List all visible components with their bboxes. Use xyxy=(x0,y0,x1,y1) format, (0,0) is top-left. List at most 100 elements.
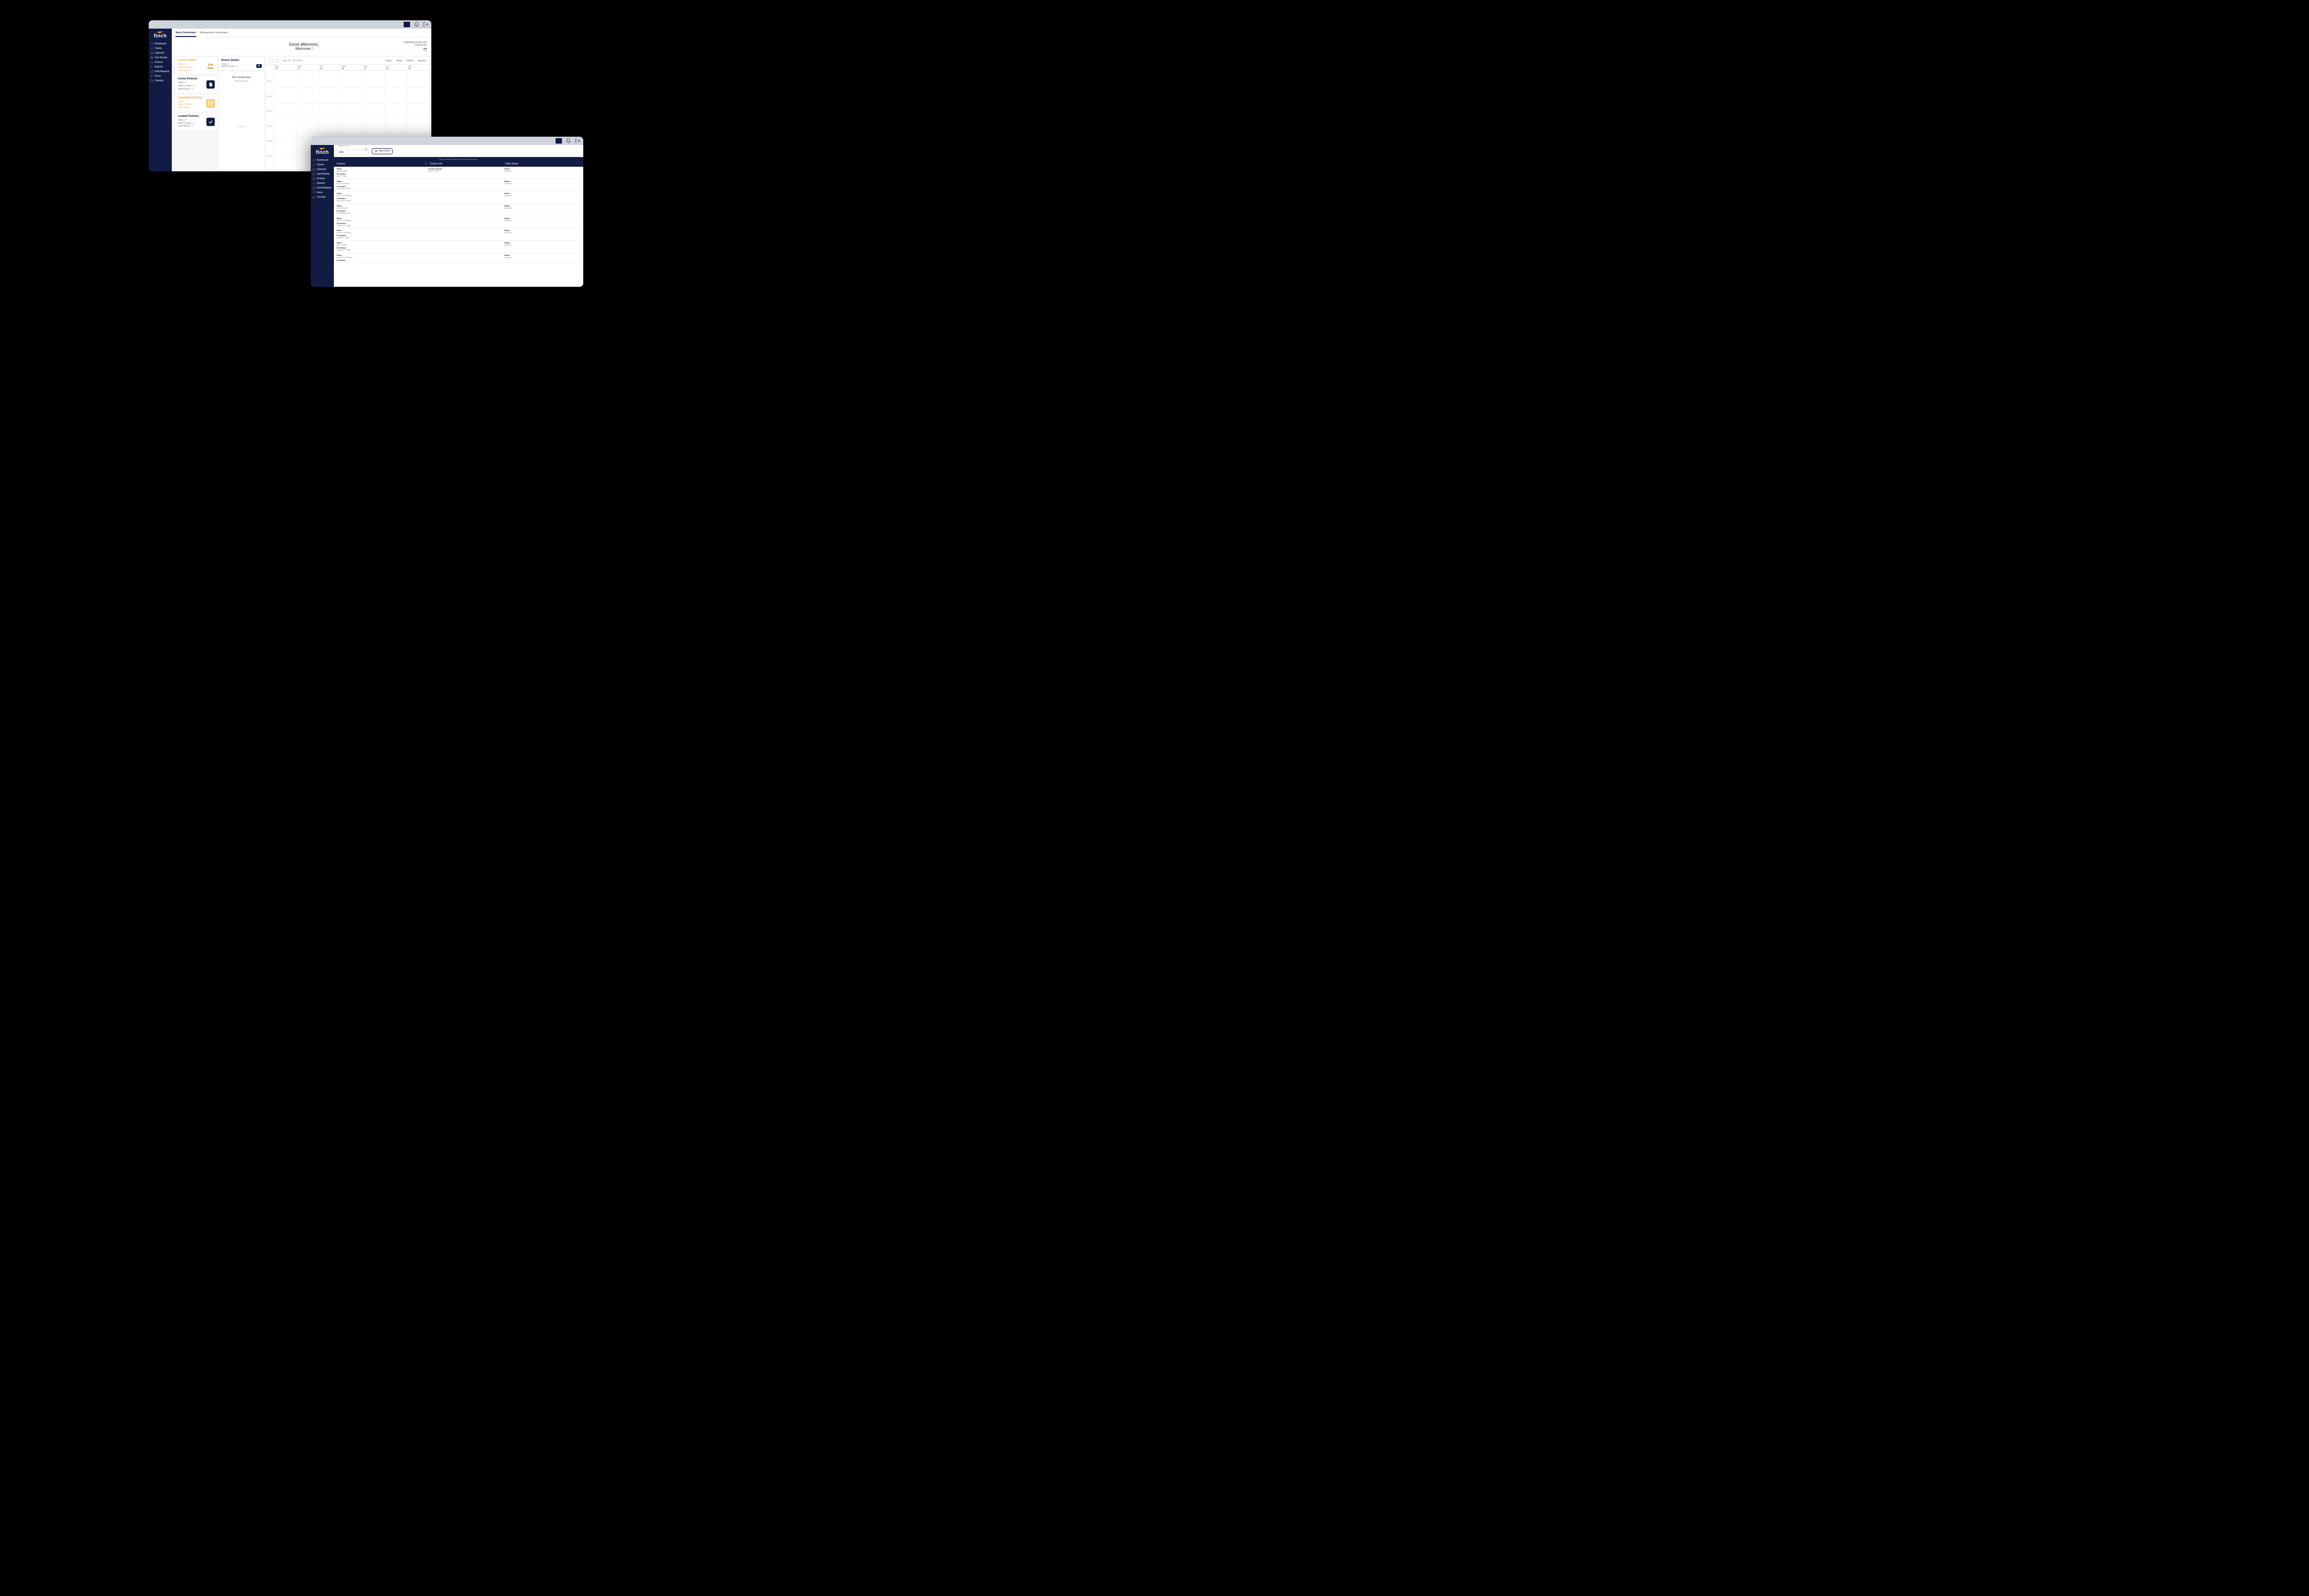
calendar-view-agenda[interactable]: Agenda xyxy=(417,59,427,63)
card-mtd: Month To Date : 0👁 xyxy=(221,65,262,67)
sidebar-item-clients[interactable]: Clients xyxy=(311,163,334,167)
calendar-icon xyxy=(151,52,153,54)
main-content: Search Clients ... New Client Drag a col… xyxy=(334,145,583,287)
map-icon xyxy=(151,70,153,73)
sidebar-item-users[interactable]: Users xyxy=(311,190,334,195)
table-row[interactable]: Name:Mr W JohnsonID Number970120****083S… xyxy=(334,179,583,192)
search-label: Search Clients ... xyxy=(338,145,351,147)
sidebar-item-finance[interactable]: Finance xyxy=(149,60,172,65)
brand-logo: finch xyxy=(311,145,334,158)
card-active-policies[interactable]: Active Policies Today : 0 Month To Date … xyxy=(175,76,217,92)
column-general[interactable]: General xyxy=(337,163,430,165)
calendar-time-labels: 09:0010:0011:0012:0013:0014:00 xyxy=(266,65,274,169)
time-label: 13:00 xyxy=(266,139,274,154)
sidebar-item-label: Users xyxy=(317,191,323,194)
clients-toolbar: Search Clients ... New Client xyxy=(334,145,583,157)
sidebar-item-field-mapping[interactable]: Field Mapping xyxy=(149,69,172,74)
calendar-row[interactable] xyxy=(274,103,429,120)
sidebar-item-label: Calendar xyxy=(155,52,164,54)
day-header: Sat29 xyxy=(407,65,429,70)
check-icon xyxy=(206,118,215,126)
new-client-button[interactable]: New Client xyxy=(372,148,393,154)
calendar-icon[interactable] xyxy=(423,48,427,51)
card-underwriters: Top 5 Underwriters Personal Lines ● Affi… xyxy=(219,72,264,169)
calendar-view-today[interactable]: Today xyxy=(384,59,393,63)
logout-icon[interactable] xyxy=(423,22,429,27)
sidebar-item-tutorials[interactable]: Tutorials xyxy=(149,79,172,83)
day-header: Thu27 xyxy=(363,65,385,70)
chevron-down-icon[interactable]: ▾ xyxy=(303,60,304,62)
video-icon xyxy=(151,79,153,82)
video-icon xyxy=(313,196,315,199)
table-row[interactable]: Name:Mr SJJ JohnsonID Number262012****18… xyxy=(334,216,583,229)
calendar-row[interactable] xyxy=(274,87,429,104)
time-label: 14:00 xyxy=(266,155,274,169)
affinity-legend: ● Affinity xyxy=(221,124,262,130)
calendar-prev-button[interactable]: ‹ xyxy=(268,59,273,63)
card-loaded-policies[interactable]: Loaded Policies Today : 0 Month To Date … xyxy=(175,113,217,130)
calendar-view-week[interactable]: Week xyxy=(395,59,404,63)
underwriters-sub: Personal Lines xyxy=(221,80,262,82)
sidebar-item-label: Dashboard xyxy=(155,42,166,45)
card-active-clients[interactable]: Active Clients Today : 0 Month To Date :… xyxy=(175,57,217,74)
card-return-debits[interactable]: Return Debits Today : 0 Month To Date : … xyxy=(219,57,264,70)
tab-management-dashboard[interactable]: Management Dashboard xyxy=(200,30,228,37)
sidebar-item-task-boards[interactable]: Task Boards xyxy=(311,172,334,176)
sidebar-item-tutorials[interactable]: Tutorials xyxy=(311,195,334,200)
sidebar-item-finance[interactable]: Finance xyxy=(311,176,334,181)
sidebar: finch Dashboard Clients Calendar Task Bo… xyxy=(311,145,334,287)
sidebar-item-dashboard[interactable]: Dashboard xyxy=(311,158,334,163)
file-icon xyxy=(206,80,215,89)
day-header: Mon24 xyxy=(296,65,319,70)
sidebar-item-label: Task Boards xyxy=(317,173,330,175)
middle-column: Return Debits Today : 0 Month To Date : … xyxy=(219,57,264,169)
calendar-toolbar: ‹ › June 23 - 29, 2024 ▾ Today Week Mont… xyxy=(266,57,429,65)
day-header: Tue25 xyxy=(319,65,341,70)
sidebar-item-reports[interactable]: Reports xyxy=(311,181,334,186)
board-icon xyxy=(151,56,153,59)
sidebar-item-dashboard[interactable]: Dashboard xyxy=(149,42,172,46)
sidebar-item-field-mapping[interactable]: Field Mapping xyxy=(311,186,334,190)
time-label: 11:00 xyxy=(266,109,274,124)
sidebar-item-calendar[interactable]: Calendar xyxy=(311,167,334,172)
sidebar-item-users[interactable]: Users xyxy=(149,74,172,79)
filter-icon[interactable] xyxy=(424,163,427,165)
table-row[interactable]: Name:Miss NY WebleyID Number870410****08… xyxy=(334,191,583,204)
calendar-view-month[interactable]: Month xyxy=(405,59,415,63)
search-icon[interactable] xyxy=(364,148,368,151)
calendar-row[interactable] xyxy=(274,120,429,137)
theme-toggle[interactable] xyxy=(404,22,410,27)
table-row[interactable]: Name:BJ JohnsonID Number971225034187Stat… xyxy=(334,204,583,216)
table-row[interactable]: Name:Mr PH JohnsonID Number82110****080S… xyxy=(334,228,583,241)
theme-toggle[interactable] xyxy=(556,138,562,144)
calendar-range[interactable]: June 23 - 29, 2024 xyxy=(282,60,302,62)
table-row[interactable]: Name:Mr Max JohnstonID NumberStatusInact… xyxy=(334,253,583,263)
chart-icon xyxy=(313,182,315,185)
eye-icon[interactable]: 👁 xyxy=(256,64,262,68)
calendar-row[interactable] xyxy=(274,71,429,87)
bell-icon[interactable] xyxy=(414,22,419,27)
results-date: 2024-06-24 xyxy=(404,44,427,47)
sidebar-item-calendar[interactable]: Calendar xyxy=(149,51,172,55)
group-hint[interactable]: Drag a column header here to group its c… xyxy=(334,157,583,161)
column-contact[interactable]: Contact Info xyxy=(430,163,505,165)
time-label: 09:00 xyxy=(266,79,274,94)
logout-icon[interactable] xyxy=(575,138,580,144)
table-row[interactable]: Name:Ms N JohnsID Number881****080Contac… xyxy=(334,167,583,179)
card-cancelled-policies[interactable]: Cancelled Policies Today : Month To Date… xyxy=(175,95,217,111)
metric-cards-column: Active Clients Today : 0 Month To Date :… xyxy=(175,57,217,169)
column-status[interactable]: Client Status xyxy=(505,163,580,165)
calendar-day-headers: Sun23Mon24Tue25Wed26Thu27Fri28Sat29 xyxy=(274,65,429,71)
sidebar-item-clients[interactable]: Clients xyxy=(149,46,172,51)
bell-icon[interactable] xyxy=(566,138,571,144)
sidebar-item-task-boards[interactable]: Task Boards xyxy=(149,55,172,60)
user-icon xyxy=(313,163,315,166)
table-row[interactable]: Name:Ms T JohnsID Number630611****086Sta… xyxy=(334,241,583,253)
wallet-icon xyxy=(151,61,153,64)
tab-sales-dashboard[interactable]: Sales Dashboard xyxy=(175,30,196,37)
greeting-line1: Good afternoon, xyxy=(204,42,404,47)
sidebar-item-label: Finance xyxy=(155,61,163,64)
calendar-next-button[interactable]: › xyxy=(275,59,279,63)
sidebar-item-reports[interactable]: Reports xyxy=(149,65,172,69)
titlebar xyxy=(311,137,583,145)
